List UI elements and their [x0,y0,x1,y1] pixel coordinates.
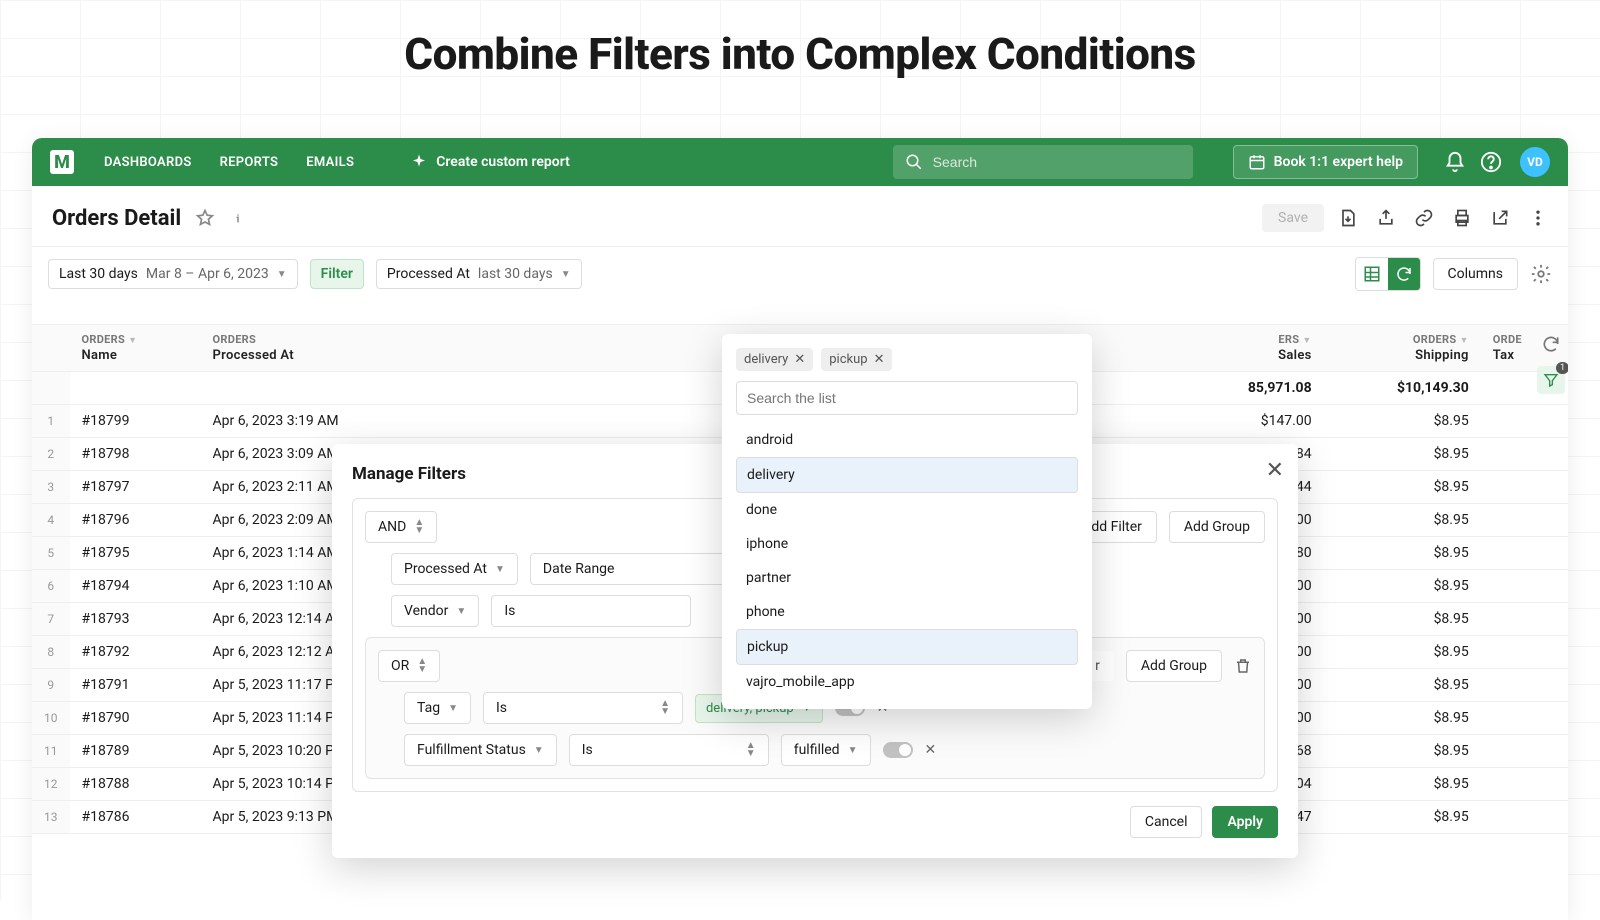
columns-button[interactable]: Columns [1433,258,1518,290]
tag-search-input[interactable] [736,381,1078,415]
bell-icon[interactable] [1444,151,1466,173]
funnel-icon [1543,372,1559,388]
app-frame: M DASHBOARDS REPORTS EMAILS Create custo… [32,138,1568,920]
totals-shipping: $10,149.30 [1324,372,1481,405]
logic-or-select[interactable]: OR▲▼ [378,650,440,682]
col-processed: ORDERSProcessed At [201,325,460,372]
inner-add-group-button[interactable]: Add Group [1126,650,1222,682]
nav-emails[interactable]: EMAILS [306,155,354,170]
print-icon[interactable] [1452,208,1472,228]
search-icon [905,153,923,171]
field-processed-at[interactable]: Processed At▼ [391,553,518,585]
link-icon[interactable] [1414,208,1434,228]
right-rail: 1 [1534,324,1568,394]
date-range-label: Last 30 days [59,266,138,282]
view-toggle[interactable] [1355,257,1421,291]
op-is-tag[interactable]: Is▲▼ [483,692,683,724]
help-icon[interactable] [1480,151,1502,173]
processed-at-label: Processed At [387,266,470,282]
col-shipping: ORDERS ▼Shipping [1324,325,1481,372]
more-icon[interactable] [1528,208,1548,228]
tag-chip[interactable]: pickup ✕ [821,348,892,371]
sparkle-icon [410,153,428,171]
op-date-range[interactable]: Date Range [530,553,730,585]
date-range-chip[interactable]: Last 30 days Mar 8 – Apr 6, 2023 ▼ [48,259,298,289]
tag-chip[interactable]: delivery ✕ [736,348,813,371]
book-expert-label: Book 1:1 expert help [1274,154,1403,170]
page-header: Orders Detail Save [32,186,1568,247]
refresh-icon[interactable] [1541,334,1561,354]
processed-at-value: last 30 days [478,266,553,282]
remove-row-icon[interactable]: ✕ [925,742,937,758]
gear-icon[interactable] [1530,263,1552,285]
filter-count-badge: 1 [1556,362,1568,374]
tag-dropdown-popover: delivery ✕ pickup ✕ androiddeliverydoneip… [722,334,1092,709]
hero-title: Combine Filters into Complex Conditions [0,0,1600,116]
open-external-icon[interactable] [1490,208,1510,228]
fulfillment-toggle[interactable] [883,742,913,758]
global-search-input[interactable] [933,154,1181,170]
refresh-view-icon[interactable] [1388,258,1420,290]
field-fulfillment[interactable]: Fulfillment Status▼ [404,734,557,766]
filter-rail-button[interactable]: 1 [1537,366,1565,394]
tag-option[interactable]: iphone [736,527,1078,561]
star-icon[interactable] [195,208,215,228]
topnav: DASHBOARDS REPORTS EMAILS [104,155,354,170]
tag-option[interactable]: pickup [736,629,1078,665]
chevron-down-icon: ▼ [277,269,287,280]
filter-button[interactable]: Filter [310,259,364,289]
tag-option[interactable]: phone [736,595,1078,629]
page-title: Orders Detail [52,206,181,231]
op-is[interactable]: Is [491,595,691,627]
calendar-icon [1248,153,1266,171]
download-icon[interactable] [1338,208,1358,228]
nav-reports[interactable]: REPORTS [220,155,279,170]
cancel-button[interactable]: Cancel [1130,806,1203,838]
book-expert-button[interactable]: Book 1:1 expert help [1233,145,1418,179]
date-range-dates: Mar 8 – Apr 6, 2023 [146,266,269,282]
tag-option[interactable]: vajro_mobile_app [736,665,1078,699]
chip-close-icon[interactable]: ✕ [794,352,805,367]
tag-option[interactable]: partner [736,561,1078,595]
global-search[interactable] [893,145,1193,179]
op-is-fulfillment[interactable]: Is▲▼ [569,734,769,766]
col-name: ORDERS ▼Name [70,325,201,372]
close-icon[interactable]: ✕ [1266,458,1284,483]
chip-close-icon[interactable]: ✕ [874,352,885,367]
share-icon[interactable] [1376,208,1396,228]
field-vendor[interactable]: Vendor▼ [391,595,479,627]
fulfillment-value[interactable]: fulfilled▼ [781,734,871,766]
add-group-button[interactable]: Add Group [1169,511,1265,543]
topbar: M DASHBOARDS REPORTS EMAILS Create custo… [32,138,1568,186]
user-avatar[interactable]: VD [1520,147,1550,177]
logic-and-select[interactable]: AND▲▼ [365,511,437,543]
create-custom-report-label: Create custom report [436,154,570,170]
col-sales: ERS ▼Sales [1180,325,1324,372]
tag-option[interactable]: android [736,423,1078,457]
info-icon[interactable] [229,209,247,227]
app-logo[interactable]: M [50,150,74,174]
nav-dashboards[interactable]: DASHBOARDS [104,155,192,170]
tag-option[interactable]: delivery [736,457,1078,493]
trash-icon[interactable] [1234,657,1252,675]
field-tag[interactable]: Tag▼ [404,692,471,724]
save-button[interactable]: Save [1262,204,1324,232]
create-custom-report[interactable]: Create custom report [410,153,570,171]
tag-option[interactable]: done [736,493,1078,527]
apply-button[interactable]: Apply [1212,806,1278,838]
table-view-icon[interactable] [1356,258,1388,290]
totals-sales: 85,971.08 [1180,372,1324,405]
chevron-down-icon: ▼ [561,269,571,280]
processed-at-chip[interactable]: Processed At last 30 days ▼ [376,259,582,289]
filter-bar: Last 30 days Mar 8 – Apr 6, 2023 ▼ Filte… [32,247,1568,301]
